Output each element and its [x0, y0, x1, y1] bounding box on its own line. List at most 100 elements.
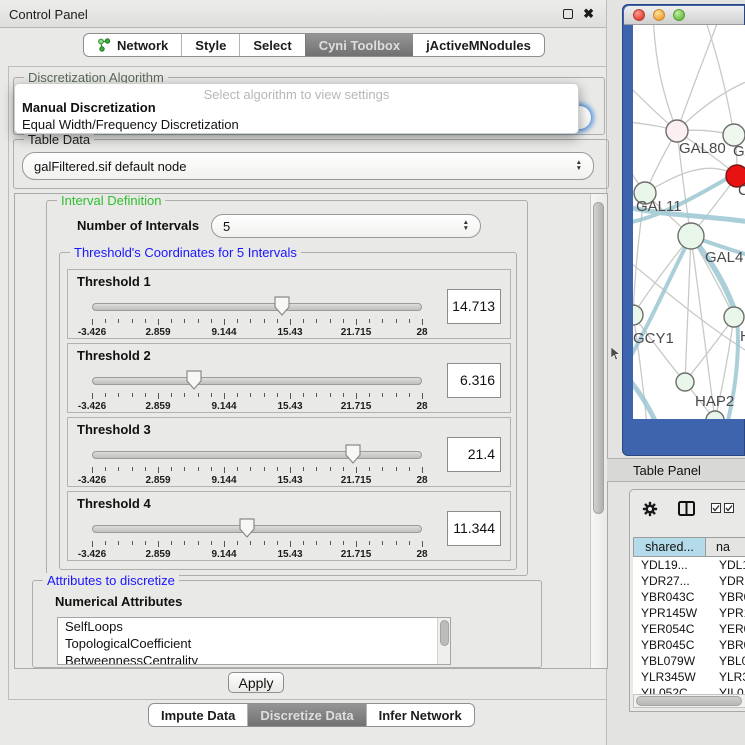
attributes-scrollbar[interactable]: [437, 618, 450, 664]
tick-mark: [171, 467, 172, 471]
threshold-panel: Threshold 3-3.4262.8599.14415.4321.71528…: [67, 417, 511, 487]
list-item[interactable]: BetweennessCentrality: [58, 652, 450, 665]
dropdown-option-equal-width[interactable]: Equal Width/Frequency Discretization: [22, 117, 239, 132]
node-label: GAL4: [705, 249, 743, 266]
tick-mark: [250, 319, 251, 323]
network-node-h[interactable]: [724, 307, 744, 327]
tick-mark: [382, 319, 383, 323]
zoom-traffic-light-icon[interactable]: [673, 9, 685, 21]
table-row[interactable]: YDR27...YDR2: [633, 573, 745, 589]
tick-mark: [198, 319, 199, 323]
list-item[interactable]: SelfLoops: [58, 618, 450, 635]
close-traffic-light-icon[interactable]: [633, 9, 645, 21]
table-row[interactable]: YIL052CYIL0: [633, 685, 745, 694]
table-row[interactable]: YBR043CYBR0: [633, 589, 745, 605]
slider-thumb[interactable]: [274, 296, 290, 316]
table-cell: YER054C: [633, 621, 706, 637]
table-row[interactable]: YER054CYER0: [633, 621, 745, 637]
table-row[interactable]: YPR145WYPR1: [633, 605, 745, 621]
table-cell: YBR043C: [633, 589, 706, 605]
tick-mark: [264, 541, 265, 545]
slider-track[interactable]: [92, 525, 422, 533]
table-row[interactable]: YDL19...YDL1: [633, 557, 745, 573]
tick-mark: [409, 319, 410, 323]
deselect-checkbox-icon[interactable]: [724, 503, 734, 513]
slider-thumb[interactable]: [186, 370, 202, 390]
tab-cyni-toolbox[interactable]: Cyni Toolbox: [305, 34, 413, 56]
tick-mark: [171, 393, 172, 397]
settings-vertical-scrollbar[interactable]: [590, 194, 607, 668]
tick-mark: [145, 393, 146, 397]
tick-mark: [356, 541, 357, 547]
close-icon[interactable]: ✖: [583, 6, 594, 22]
threshold-value-field[interactable]: 6.316: [447, 363, 501, 398]
tick-label: 2.859: [145, 549, 170, 560]
scrollbar-thumb[interactable]: [593, 202, 604, 514]
table-body: YDL19...YDL1YDR27...YDR2YBR043CYBR0YPR14…: [633, 557, 745, 694]
threshold-value-field[interactable]: 11.344: [447, 511, 501, 546]
network-window-titlebar[interactable]: [624, 6, 744, 25]
tick-mark: [198, 393, 199, 397]
tick-mark: [211, 467, 212, 471]
threshold-value-field[interactable]: 21.4: [447, 437, 501, 472]
slider-track[interactable]: [92, 303, 422, 311]
network-node-hap2[interactable]: [676, 373, 694, 391]
column-header-name[interactable]: na: [706, 537, 745, 557]
tick-mark: [369, 393, 370, 397]
network-node-gal80[interactable]: [666, 120, 688, 142]
node-label: GA: [733, 143, 745, 160]
gear-icon[interactable]: [642, 501, 658, 517]
tab-infer-network[interactable]: Infer Network: [366, 704, 474, 726]
tab-network[interactable]: Network: [84, 34, 181, 56]
slider-track[interactable]: [92, 451, 422, 459]
table-row[interactable]: YBL079WYBL0: [633, 653, 745, 669]
network-canvas[interactable]: GAL80GACGAL11GAL4GCY1HHAP2: [633, 25, 745, 419]
split-panel-icon[interactable]: [678, 501, 695, 516]
scrollbar-thumb[interactable]: [636, 696, 742, 706]
tab-style[interactable]: Style: [181, 34, 239, 56]
scrollbar-thumb[interactable]: [440, 620, 449, 646]
slider-thumb[interactable]: [345, 444, 361, 464]
network-node-gcy1[interactable]: [633, 305, 643, 325]
tick-mark: [396, 393, 397, 397]
numerical-attributes-list[interactable]: SelfLoopsTopologicalCoefficientBetweenne…: [57, 617, 451, 665]
tick-label: 9.144: [211, 549, 236, 560]
tick-mark: [132, 541, 133, 545]
apply-button[interactable]: Apply: [228, 672, 284, 693]
table-row[interactable]: YLR345WYLR3: [633, 669, 745, 685]
tick-mark: [250, 541, 251, 545]
list-item[interactable]: TopologicalCoefficient: [58, 635, 450, 652]
slider-track[interactable]: [92, 377, 422, 385]
threshold-panel: Threshold 4-3.4262.8599.14415.4321.71528…: [67, 491, 511, 561]
tab-jactivemnodules[interactable]: jActiveMNodules: [413, 34, 544, 56]
algorithm-dropdown-popup: Select algorithm to view settings Manual…: [14, 83, 579, 134]
tab-select[interactable]: Select: [239, 34, 304, 56]
tick-mark: [105, 393, 106, 397]
table-row[interactable]: YBR045CYBR0: [633, 637, 745, 653]
tick-mark: [303, 393, 304, 397]
tab-discretize-data[interactable]: Discretize Data: [247, 704, 365, 726]
tick-mark: [343, 541, 344, 545]
threshold-value-field[interactable]: 14.713: [447, 289, 501, 324]
tick-mark: [118, 541, 119, 545]
tab-impute-data[interactable]: Impute Data: [149, 704, 247, 726]
number-of-intervals-combobox[interactable]: 5 ▲▼: [211, 214, 481, 238]
tick-mark: [422, 467, 423, 473]
minimize-traffic-light-icon[interactable]: [653, 9, 665, 21]
tick-mark: [343, 467, 344, 471]
tick-label: 9.144: [211, 327, 236, 338]
tick-mark: [105, 467, 106, 471]
dropdown-option-manual[interactable]: Manual Discretization: [22, 100, 156, 115]
tick-mark: [316, 467, 317, 471]
float-window-icon[interactable]: [563, 9, 573, 19]
select-all-checkbox-icon[interactable]: [711, 503, 721, 513]
mouse-cursor: [611, 347, 620, 365]
tick-label: 9.144: [211, 475, 236, 486]
stepper-icon: ▲▼: [576, 160, 582, 172]
column-header-shared-name[interactable]: shared...: [633, 537, 706, 557]
table-horizontal-scrollbar[interactable]: [633, 694, 745, 708]
network-node-gal4[interactable]: [678, 223, 704, 249]
table-data-combobox[interactable]: galFiltered.sif default node ▲▼: [22, 152, 594, 180]
table-data-value: galFiltered.sif default node: [34, 159, 186, 174]
slider-thumb[interactable]: [239, 518, 255, 538]
